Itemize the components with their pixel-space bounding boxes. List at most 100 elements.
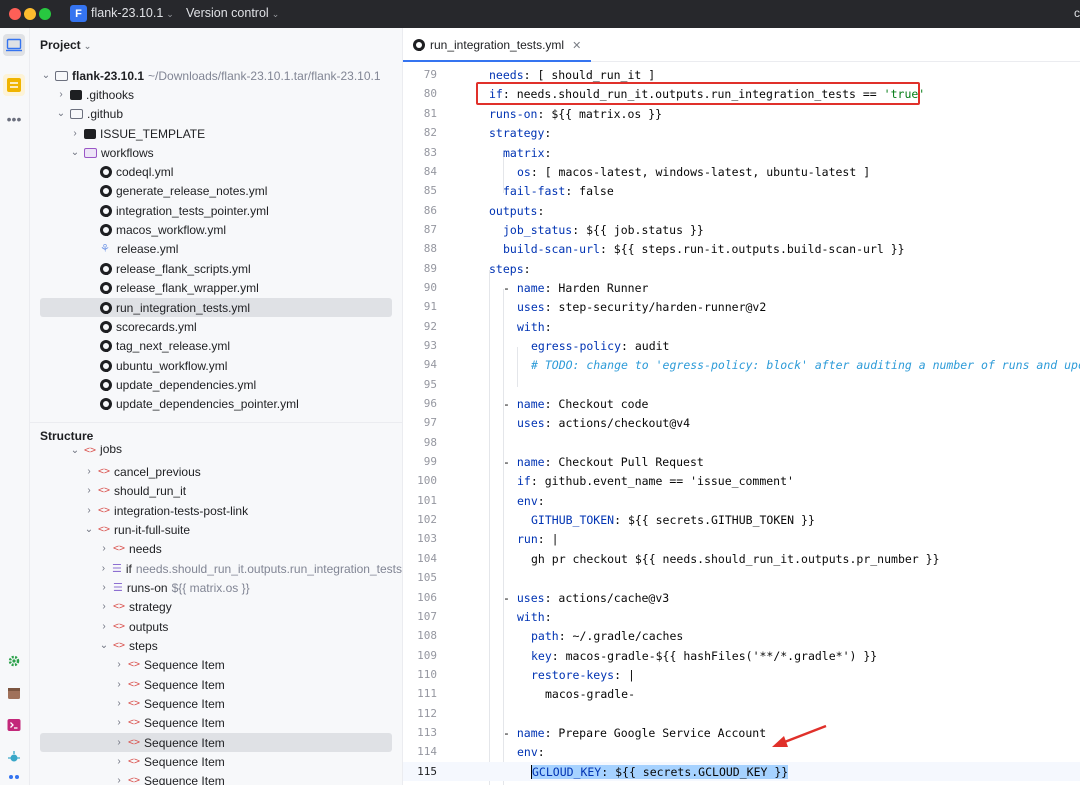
- close-icon[interactable]: ✕: [572, 39, 581, 52]
- structure-item-label: Sequence Item: [144, 657, 225, 672]
- tree-item-file[interactable]: release_flank_wrapper.yml: [30, 278, 402, 297]
- structure-item[interactable]: › <> outputs: [30, 617, 402, 636]
- version-control-label: Version control: [186, 6, 269, 20]
- code-line: 99 - name: Checkout Pull Request: [403, 452, 1080, 471]
- structure-item[interactable]: › <> cancel_previous: [30, 462, 402, 481]
- tree-item-github[interactable]: ⌄ .github: [30, 104, 402, 123]
- code-text: restore-keys: |: [531, 668, 635, 682]
- chevron-right-icon[interactable]: ›: [113, 659, 125, 670]
- project-panel-header[interactable]: Project ⌄: [40, 38, 91, 52]
- code-editor[interactable]: run_integration_tests.yml ✕ 79 needs: [ s…: [402, 28, 1080, 785]
- code-line: 113 - name: Prepare Google Service Accoun…: [403, 723, 1080, 742]
- version-control-tool-button[interactable]: [3, 774, 25, 785]
- close-window-button[interactable]: [9, 8, 21, 20]
- structure-item[interactable]: › <> Sequence Item: [30, 752, 402, 771]
- chevron-down-icon[interactable]: ⌄: [98, 640, 110, 651]
- chevron-right-icon[interactable]: ›: [98, 543, 110, 554]
- more-tools-icon[interactable]: •••: [3, 108, 25, 130]
- chevron-down-icon[interactable]: ⌄: [69, 445, 81, 456]
- code-line: 92 with:: [403, 317, 1080, 336]
- structure-item[interactable]: › <> integration-tests-post-link: [30, 501, 402, 520]
- structure-item[interactable]: › <> should_run_it: [30, 481, 402, 500]
- tree-item-file[interactable]: ⚘ release.yml: [30, 239, 402, 258]
- line-number: 106: [417, 591, 437, 605]
- chevron-right-icon[interactable]: ›: [98, 563, 109, 574]
- line-number: 95: [423, 378, 437, 392]
- chevron-right-icon[interactable]: ›: [113, 737, 125, 748]
- chevron-right-icon[interactable]: ›: [83, 466, 95, 477]
- services-tool-button[interactable]: [3, 650, 25, 672]
- structure-item[interactable]: › <> Sequence Item: [30, 655, 402, 674]
- code-text: build-scan-url: ${{ steps.run-it.outputs…: [503, 242, 905, 256]
- tree-item-file[interactable]: tag_next_release.yml: [30, 336, 402, 355]
- structure-panel: Structure ⌄ <> jobs › <> cancel_previous › <>…: [30, 422, 402, 785]
- code-line: 86 outputs:: [403, 201, 1080, 220]
- structure-item[interactable]: › <> Sequence Item: [30, 713, 402, 732]
- structure-item[interactable]: › <> Sequence Item: [30, 771, 402, 785]
- selected-code-text[interactable]: GCLOUD_KEY: ${{ secrets.GCLOUD_KEY }}: [531, 764, 789, 779]
- structure-item[interactable]: › <> Sequence Item: [30, 675, 402, 694]
- yaml-key: name: [516, 396, 545, 411]
- chevron-right-icon[interactable]: ›: [113, 679, 125, 690]
- chevron-right-icon[interactable]: ›: [83, 505, 95, 516]
- project-switcher[interactable]: flank-23.10.1 ⌄: [91, 6, 174, 20]
- tree-item-file[interactable]: scorecards.yml: [30, 317, 402, 336]
- tree-item-file[interactable]: macos_workflow.yml: [30, 220, 402, 239]
- yaml-key: key: [531, 648, 552, 663]
- maximize-window-button[interactable]: [39, 8, 51, 20]
- tag-icon: <>: [113, 621, 126, 632]
- structure-item[interactable]: › <> strategy: [30, 597, 402, 616]
- structure-item-selected[interactable]: › <> Sequence Item: [40, 733, 392, 752]
- structure-item[interactable]: › ☰ if needs.should_run_it.outputs.run_inte…: [30, 559, 402, 578]
- tree-item-file[interactable]: update_dependencies_pointer.yml: [30, 394, 402, 413]
- terminal-tool-button[interactable]: [3, 714, 25, 736]
- tree-item-file-selected[interactable]: run_integration_tests.yml: [40, 298, 392, 317]
- chevron-right-icon[interactable]: ›: [113, 698, 125, 709]
- chevron-right-icon[interactable]: ›: [113, 756, 125, 767]
- code-line: 82 strategy:: [403, 123, 1080, 142]
- editor-tab[interactable]: run_integration_tests.yml ✕: [403, 28, 591, 62]
- line-number: 80: [423, 87, 437, 101]
- tree-item-githooks[interactable]: › .githooks: [30, 85, 402, 104]
- structure-item[interactable]: › <> needs: [30, 539, 402, 558]
- file-name: ubuntu_workflow.yml: [116, 358, 228, 373]
- tree-item-file[interactable]: update_dependencies.yml: [30, 375, 402, 394]
- yaml-value: : github.event_name == 'issue_comment': [530, 473, 794, 488]
- problems-tool-button[interactable]: [3, 746, 25, 768]
- structure-item[interactable]: ⌄ <> steps: [30, 636, 402, 655]
- project-tool-button[interactable]: [3, 34, 25, 56]
- structure-item[interactable]: ⌄ <> jobs: [30, 445, 402, 456]
- tree-item-issue-template[interactable]: › ISSUE_TEMPLATE: [30, 124, 402, 143]
- yaml-key: env: [517, 493, 538, 508]
- tree-item-file[interactable]: ubuntu_workflow.yml: [30, 356, 402, 375]
- tree-root-row[interactable]: ⌄ flank-23.10.1 ~/Downloads/flank-23.10.…: [30, 66, 402, 85]
- structure-tool-button[interactable]: [3, 74, 25, 96]
- tag-icon: <>: [113, 640, 126, 651]
- chevron-right-icon[interactable]: ›: [69, 128, 81, 139]
- version-control-menu[interactable]: Version control ⌄: [186, 6, 279, 20]
- tree-item-file[interactable]: generate_release_notes.yml: [30, 181, 402, 200]
- minimize-window-button[interactable]: [24, 8, 36, 20]
- chevron-right-icon[interactable]: ›: [98, 601, 110, 612]
- chevron-down-icon[interactable]: ⌄: [40, 70, 52, 81]
- structure-item[interactable]: › ☰ runs-on ${{ matrix.os }}: [30, 578, 402, 597]
- database-tool-button[interactable]: [3, 682, 25, 704]
- tree-item-file[interactable]: release_flank_scripts.yml: [30, 259, 402, 278]
- tree-item-workflows[interactable]: ⌄ workflows: [30, 143, 402, 162]
- chevron-down-icon[interactable]: ⌄: [55, 108, 67, 119]
- yaml-value: :: [544, 145, 552, 160]
- chevron-right-icon[interactable]: ›: [83, 485, 95, 496]
- chevron-right-icon[interactable]: ›: [98, 621, 110, 632]
- chevron-down-icon[interactable]: ⌄: [69, 147, 81, 158]
- project-badge-icon[interactable]: F: [70, 5, 87, 22]
- chevron-right-icon[interactable]: ›: [113, 717, 125, 728]
- yaml-value: :: [537, 203, 545, 218]
- chevron-right-icon[interactable]: ›: [55, 89, 67, 100]
- structure-item[interactable]: ⌄ <> run-it-full-suite: [30, 520, 402, 539]
- tree-item-file[interactable]: codeql.yml: [30, 162, 402, 181]
- structure-item[interactable]: › <> Sequence Item: [30, 694, 402, 713]
- chevron-right-icon[interactable]: ›: [98, 582, 110, 593]
- chevron-down-icon[interactable]: ⌄: [83, 524, 95, 535]
- chevron-right-icon[interactable]: ›: [113, 775, 125, 785]
- tree-item-file[interactable]: integration_tests_pointer.yml: [30, 201, 402, 220]
